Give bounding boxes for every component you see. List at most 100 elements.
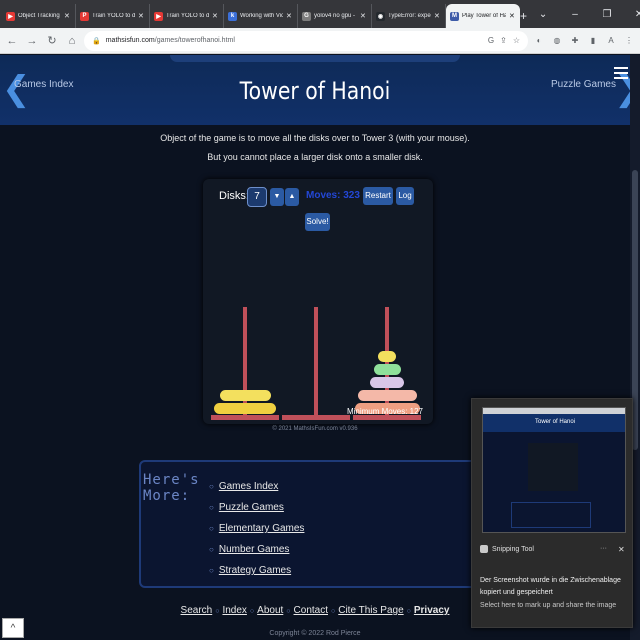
more-link-item[interactable]: ○ Number Games	[209, 539, 304, 560]
extension-icon[interactable]: ◍	[550, 34, 564, 48]
footer-separator-icon: ○	[406, 608, 411, 615]
page-header: ❮ Games Index Tower of Hanoi Puzzle Game…	[0, 55, 640, 125]
back-icon[interactable]: ←	[4, 35, 20, 47]
footer-link[interactable]: Contact	[294, 605, 328, 616]
tab-close-icon[interactable]: ✕	[212, 12, 219, 20]
tab-favicon-icon: k	[228, 11, 237, 21]
profile-avatar[interactable]: A	[604, 34, 618, 48]
toast-close-icon[interactable]: ✕	[618, 545, 625, 554]
url-path: /games/towerofhanoi.html	[154, 37, 235, 44]
more-links-list: ○ Games Index ○ Puzzle Games ○ Elementary Gam…	[209, 476, 304, 581]
instructions-line2: But you cannot place a larger disk onto …	[207, 152, 423, 162]
disk[interactable]	[378, 351, 396, 362]
tab-close-icon[interactable]: ✕	[64, 12, 71, 20]
scroll-up-button[interactable]: ^	[2, 618, 24, 638]
more-link-label[interactable]: Strategy Games	[219, 565, 291, 576]
tower-base[interactable]	[282, 415, 350, 420]
toast-more-options-icon[interactable]: ···	[600, 545, 607, 552]
browser-tab[interactable]: kWorking with Vide✕	[224, 4, 298, 28]
tab-close-icon[interactable]: ✕	[286, 12, 293, 20]
footer-link[interactable]: About	[257, 605, 283, 616]
more-link-item[interactable]: ○ Elementary Games	[209, 518, 304, 539]
disks-increase-button[interactable]: ▲	[285, 188, 299, 206]
bullet-icon: ○	[209, 524, 214, 533]
more-link-item[interactable]: ○ Puzzle Games	[209, 497, 304, 518]
disk[interactable]	[373, 364, 401, 375]
thumbnail-title: Tower of Hanoi	[534, 419, 576, 425]
footer-separator-icon: ○	[331, 608, 336, 615]
footer-copyright: Copyright © 2022 Rod Pierce	[269, 630, 361, 637]
disk[interactable]	[214, 403, 276, 414]
sidebar-icon[interactable]: ▮	[586, 34, 600, 48]
browser-tab[interactable]: ▶Train YOLO to dete✕	[150, 4, 224, 28]
puzzle-icon[interactable]: ✚	[568, 34, 582, 48]
browser-tab[interactable]: ▶ Object Tracking fr ✕	[2, 4, 76, 28]
tower-peg[interactable]	[314, 307, 318, 415]
share-icon[interactable]: ⇪	[500, 36, 507, 45]
header-decoration	[170, 55, 460, 62]
screenshot-thumbnail[interactable]: Tower of Hanoi	[482, 407, 626, 533]
google-icon[interactable]: G	[488, 36, 494, 45]
browser-tab[interactable]: ◉TypeError: expecte✕	[372, 4, 446, 28]
minimize-icon[interactable]: –	[559, 9, 591, 20]
url-input[interactable]: 🔒 mathsisfun.com/games/towerofhanoi.html…	[84, 30, 528, 51]
browser-tab[interactable]: Gyolov4 no gpu - Go✕	[298, 4, 372, 28]
footer-link[interactable]: Search	[181, 605, 213, 616]
toast-app-name: Snipping Tool	[492, 545, 534, 553]
bookmark-star-icon[interactable]: ☆	[513, 36, 520, 45]
bullet-icon: ○	[209, 545, 214, 554]
disks-count-field[interactable]: 7	[247, 187, 267, 207]
reload-icon[interactable]: ↻	[44, 34, 60, 47]
maximize-icon[interactable]: ❐	[591, 9, 623, 20]
disks-decrease-button[interactable]: ▼	[270, 188, 284, 206]
bullet-icon: ○	[209, 482, 214, 491]
thumbnail-browser-chrome	[483, 408, 625, 414]
forward-icon[interactable]: →	[24, 35, 40, 47]
disks-label: Disks:	[219, 190, 249, 202]
tab-close-icon[interactable]: ✕	[360, 12, 367, 20]
bullet-icon: ○	[209, 503, 214, 512]
url-host: mathsisfun.com	[105, 37, 155, 44]
tab-label: TypeError: expecte	[388, 13, 431, 19]
puzzle-games-link[interactable]: Puzzle Games	[551, 79, 616, 90]
more-link-item[interactable]: ○ Strategy Games	[209, 560, 304, 581]
restart-button[interactable]: Restart	[363, 187, 393, 205]
moves-counter: Moves: 323	[306, 190, 360, 201]
new-tab-button[interactable]: +	[520, 4, 527, 28]
solve-button[interactable]: Solve!	[305, 213, 330, 231]
footer-link[interactable]: Privacy	[414, 605, 450, 616]
log-button[interactable]: Log	[396, 187, 414, 205]
address-bar: ← → ↻ ⌂ 🔒 mathsisfun.com/games/towerofha…	[0, 28, 640, 54]
tab-label: Play Tower of Hano	[462, 13, 506, 19]
tower-base[interactable]	[211, 415, 279, 420]
footer-separator-icon: ○	[215, 608, 220, 615]
more-link-label[interactable]: Number Games	[219, 544, 290, 555]
disk[interactable]	[370, 377, 404, 388]
footer-link[interactable]: Cite This Page	[338, 605, 403, 616]
tab-label: Train YOLO to dete	[92, 13, 135, 19]
more-links-panel: Here's More: ○ Games Index ○ Puzzle Games ○ E…	[139, 460, 519, 588]
browser-tab[interactable]: PTrain YOLO to dete✕	[76, 4, 150, 28]
more-link-label[interactable]: Games Index	[219, 481, 278, 492]
minimum-moves: Minimum Moves: 127	[346, 407, 423, 416]
disk[interactable]	[357, 390, 417, 401]
footer-link[interactable]: Index	[222, 605, 246, 616]
snipping-tool-icon	[480, 545, 488, 553]
browser-tab[interactable]: MPlay Tower of Hano✕	[446, 4, 520, 28]
extension-icon[interactable]: ◐	[532, 34, 546, 48]
tab-close-icon[interactable]: ✕	[434, 12, 441, 20]
more-link-label[interactable]: Puzzle Games	[219, 502, 284, 513]
more-link-item[interactable]: ○ Games Index	[209, 476, 304, 497]
home-icon[interactable]: ⌂	[64, 35, 80, 47]
menu-dots-icon[interactable]: ⋮	[622, 34, 636, 48]
tab-close-icon[interactable]: ✕	[138, 12, 145, 20]
disk[interactable]	[219, 390, 271, 401]
toast-sub-message: Select here to mark up and share the ima…	[480, 602, 617, 609]
tab-search-icon[interactable]: ⌄	[527, 9, 559, 20]
tab-bar: ▶Object Tracking fr✕PTrain YOLO to dete✕…	[0, 0, 640, 28]
hamburger-menu-icon[interactable]	[614, 67, 628, 81]
close-window-icon[interactable]: ✕	[623, 9, 640, 20]
snipping-tool-notification[interactable]: Tower of Hanoi Snipping Tool ··· ✕ Der S…	[471, 398, 633, 628]
tab-close-icon[interactable]: ✕	[509, 12, 516, 20]
more-link-label[interactable]: Elementary Games	[219, 523, 305, 534]
